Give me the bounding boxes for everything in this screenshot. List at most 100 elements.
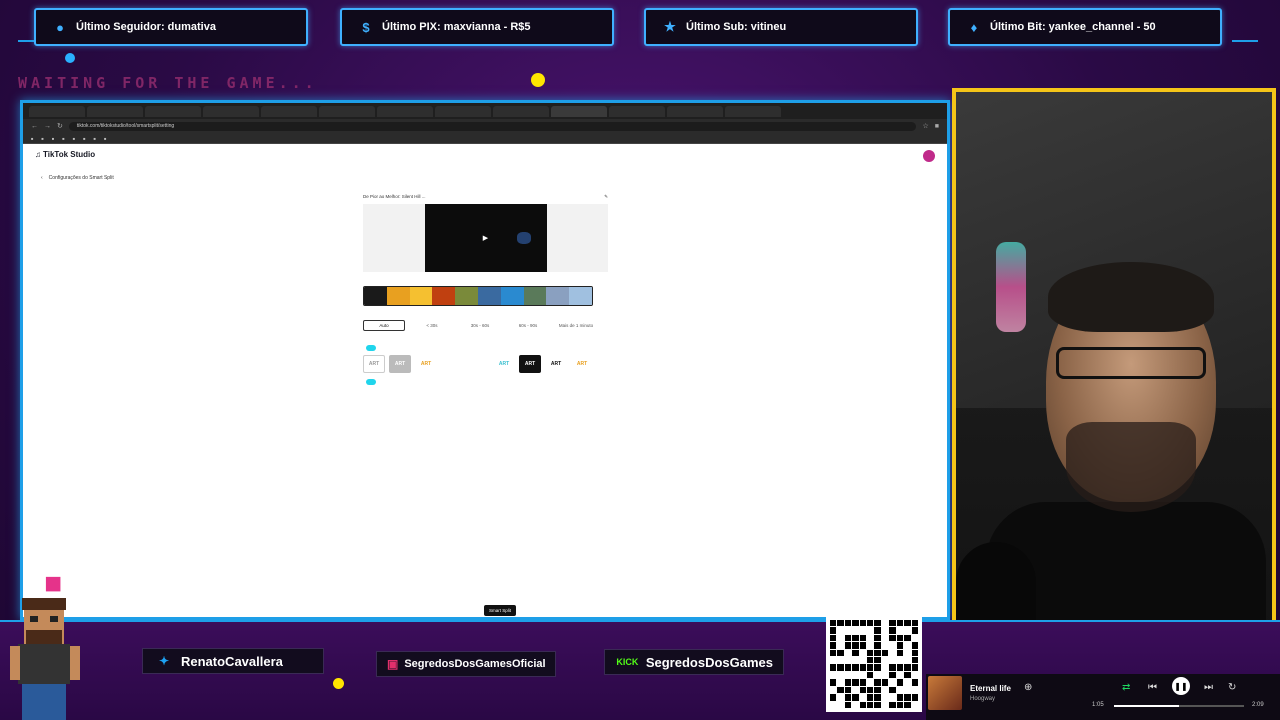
caption-style[interactable]: ART xyxy=(493,355,515,373)
reload-icon[interactable]: ↻ xyxy=(57,122,63,130)
qr-module xyxy=(867,634,874,642)
browser-tab[interactable] xyxy=(609,105,665,117)
webcam-person-glasses xyxy=(1056,347,1206,379)
browser-tab[interactable] xyxy=(203,105,259,117)
caption-style[interactable] xyxy=(441,355,463,373)
smart-split-button[interactable]: Smart Split xyxy=(483,605,516,616)
video-preview[interactable]: ▶ xyxy=(424,204,547,272)
browser-tab[interactable] xyxy=(261,105,317,117)
twitter-badge[interactable]: ✦ RenatoCavallera xyxy=(142,648,324,674)
alert-text: Último Seguidor: dumativa xyxy=(76,21,216,33)
bookmark-item[interactable]: ■ xyxy=(104,136,106,141)
browser-tab-active[interactable] xyxy=(551,105,607,117)
browser-tab[interactable] xyxy=(435,105,491,117)
qr-module xyxy=(830,664,837,671)
tiktok-logo[interactable]: ♫ TikTok Studio xyxy=(35,150,95,159)
caption-style[interactable] xyxy=(467,355,489,373)
qr-module xyxy=(859,686,867,694)
bookmark-item[interactable]: ■ xyxy=(83,136,85,141)
browser-capture: ← → ↻ tiktok.com/tiktokstudio/tool/smart… xyxy=(20,100,950,620)
caption-style[interactable]: ART xyxy=(363,355,385,373)
back-arrow-icon[interactable]: ← xyxy=(31,123,38,130)
browser-tab-bar[interactable] xyxy=(23,103,947,119)
duration-option[interactable]: < 30s xyxy=(411,320,453,331)
webcam-person-beard xyxy=(1066,422,1196,512)
bookmark-item[interactable]: ■ xyxy=(73,136,75,141)
browser-tab[interactable] xyxy=(377,105,433,117)
url-input[interactable]: tiktok.com/tiktokstudio/tool/smartsplit/… xyxy=(68,121,917,131)
edit-icon[interactable]: ✎ xyxy=(604,194,608,200)
browser-tab[interactable] xyxy=(319,105,375,117)
qr-module xyxy=(844,686,852,694)
duration-option[interactable]: 60s - 90s xyxy=(507,320,549,331)
back-row[interactable]: ‹ Configurações do Smart Split xyxy=(41,175,114,181)
caption-style[interactable]: ART xyxy=(545,355,567,373)
extensions-icon[interactable]: ■ xyxy=(935,123,939,130)
play-icon[interactable]: ▶ xyxy=(483,234,488,242)
browser-tab[interactable] xyxy=(87,105,143,117)
dollar-icon: $ xyxy=(362,19,370,35)
chevron-left-icon[interactable]: ‹ xyxy=(41,175,43,181)
avatar[interactable] xyxy=(923,150,935,162)
qr-module xyxy=(911,627,918,634)
qr-module xyxy=(867,620,874,627)
video-filmstrip[interactable] xyxy=(363,286,593,306)
bookmark-item[interactable]: ■ xyxy=(62,136,64,141)
add-icon[interactable]: ⊕ xyxy=(1024,682,1032,693)
diamond-icon: ♦ xyxy=(970,19,978,35)
progress-bar[interactable] xyxy=(1114,705,1244,707)
film-frame xyxy=(455,287,478,305)
browser-tab[interactable] xyxy=(29,105,85,117)
time-current: 1:05 xyxy=(1092,702,1104,708)
instagram-badge[interactable]: ▣ SegredosDosGamesOficial xyxy=(376,651,556,677)
qr-module xyxy=(889,701,896,708)
star-bookmark-icon[interactable]: ☆ xyxy=(922,122,928,130)
qr-module xyxy=(911,642,918,649)
qr-module xyxy=(904,634,911,642)
alert-text: Último Bit: yankee_channel - 50 xyxy=(990,21,1156,33)
qr-module xyxy=(837,694,844,701)
bookmark-item[interactable]: ■ xyxy=(52,136,54,141)
qr-module xyxy=(830,694,837,701)
qr-module xyxy=(889,649,896,657)
previous-icon[interactable]: ⏮ xyxy=(1148,682,1157,693)
decor-dot xyxy=(531,73,545,87)
bookmark-item[interactable]: ■ xyxy=(41,136,43,141)
bookmark-item[interactable]: ■ xyxy=(31,136,33,141)
browser-tab[interactable] xyxy=(145,105,201,117)
kick-icon: KICK xyxy=(616,657,639,667)
bookmark-item[interactable]: ■ xyxy=(94,136,96,141)
duration-option[interactable]: Mais de 1 minuto xyxy=(555,320,597,331)
browser-tab[interactable] xyxy=(493,105,549,117)
kick-badge[interactable]: KICK SegredosDosGames xyxy=(604,649,784,675)
qr-module xyxy=(896,664,904,671)
browser-tab[interactable] xyxy=(725,105,781,117)
caption-style[interactable]: ART xyxy=(519,355,541,373)
qr-module xyxy=(889,657,896,664)
caption-style[interactable]: ART xyxy=(415,355,437,373)
shuffle-icon[interactable]: ⇄ xyxy=(1122,682,1130,693)
caption-style[interactable]: ART xyxy=(389,355,411,373)
duration-option[interactable]: Auto xyxy=(363,320,405,331)
video-title-row: De Pior ao Melhor: Silent Hill ... ✎ xyxy=(363,194,608,200)
caption-style[interactable]: ART xyxy=(571,355,593,373)
captions-toggle[interactable] xyxy=(366,345,376,351)
duration-option[interactable]: 30s - 60s xyxy=(459,320,501,331)
option-toggle[interactable] xyxy=(366,379,376,385)
qr-module xyxy=(852,634,859,642)
qr-module xyxy=(881,627,889,634)
qr-module xyxy=(889,634,896,642)
qr-module xyxy=(881,679,889,686)
next-icon[interactable]: ⏭ xyxy=(1204,682,1213,693)
qr-module xyxy=(896,620,904,627)
tiktok-studio-page: ♫ TikTok Studio ‹ Configurações do Smart… xyxy=(23,144,947,617)
browser-tab[interactable] xyxy=(667,105,723,117)
user-icon: ● xyxy=(56,19,64,35)
qr-module xyxy=(859,657,867,664)
pause-button[interactable]: ❚❚ xyxy=(1172,677,1190,695)
qr-module xyxy=(889,627,896,634)
qr-module xyxy=(874,671,881,679)
repeat-icon[interactable]: ↻ xyxy=(1228,682,1236,693)
qr-module xyxy=(881,634,889,642)
forward-arrow-icon[interactable]: → xyxy=(44,123,51,130)
